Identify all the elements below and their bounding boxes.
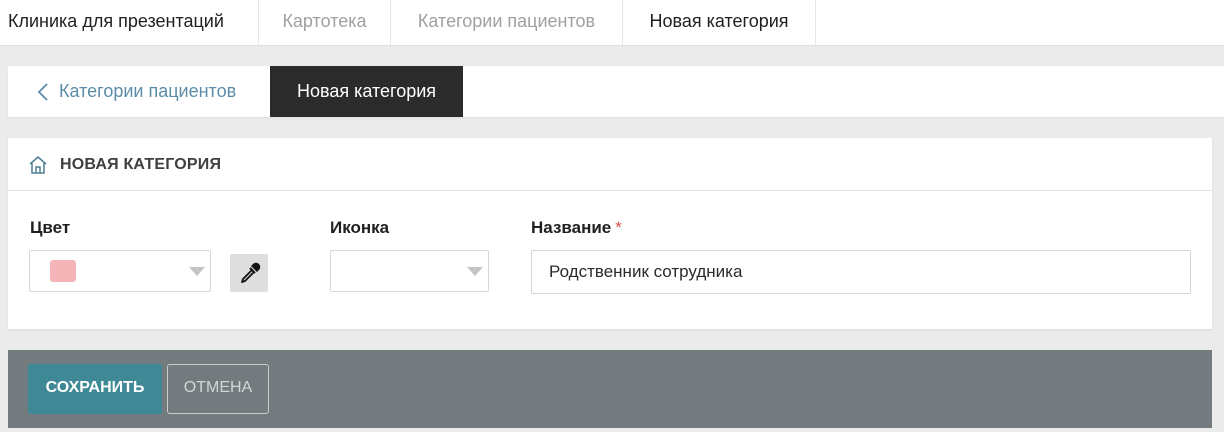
eyedropper-icon bbox=[241, 262, 261, 283]
color-label: Цвет bbox=[30, 218, 71, 237]
card-title: НОВАЯ КАТЕГОРИЯ bbox=[60, 156, 222, 173]
breadcrumb-item-patient-categories[interactable]: Категории пациентов bbox=[391, 0, 623, 45]
breadcrumb: Клиника для презентаций Картотека Катего… bbox=[0, 0, 1224, 46]
breadcrumb-item-new-category: Новая категория bbox=[623, 0, 816, 45]
chevron-down-icon bbox=[467, 267, 483, 276]
back-link-label: Категории пациентов bbox=[59, 81, 237, 101]
chevron-left-icon bbox=[37, 83, 48, 101]
breadcrumb-item-card-index[interactable]: Картотека bbox=[259, 0, 391, 45]
name-input[interactable]: Родственник сотрудника bbox=[531, 250, 1191, 294]
new-category-form: НОВАЯ КАТЕГОРИЯ Цвет Иконка Название * Ро… bbox=[8, 138, 1212, 329]
action-bar: СОХРАНИТЬ ОТМЕНА bbox=[8, 350, 1212, 428]
required-mark: * bbox=[615, 218, 622, 237]
icon-select[interactable] bbox=[330, 250, 489, 292]
card-header: НОВАЯ КАТЕГОРИЯ bbox=[8, 138, 1212, 191]
tabs-bar: Категории пациентов Новая категория bbox=[8, 66, 1224, 117]
back-to-categories-link[interactable]: Категории пациентов bbox=[8, 66, 270, 117]
cancel-button[interactable]: ОТМЕНА bbox=[167, 364, 269, 414]
save-button[interactable]: СОХРАНИТЬ bbox=[28, 364, 162, 414]
tab-new-category[interactable]: Новая категория bbox=[270, 66, 463, 117]
chevron-down-icon bbox=[189, 267, 205, 276]
color-picker-button[interactable] bbox=[230, 254, 268, 292]
name-label-text: Название bbox=[531, 218, 612, 237]
icon-label: Иконка bbox=[330, 218, 390, 237]
home-icon bbox=[29, 156, 47, 174]
color-swatch bbox=[50, 260, 76, 282]
breadcrumb-item-clinic[interactable]: Клиника для презентаций bbox=[0, 0, 259, 45]
name-label: Название * bbox=[531, 218, 622, 238]
color-select[interactable] bbox=[29, 250, 211, 292]
